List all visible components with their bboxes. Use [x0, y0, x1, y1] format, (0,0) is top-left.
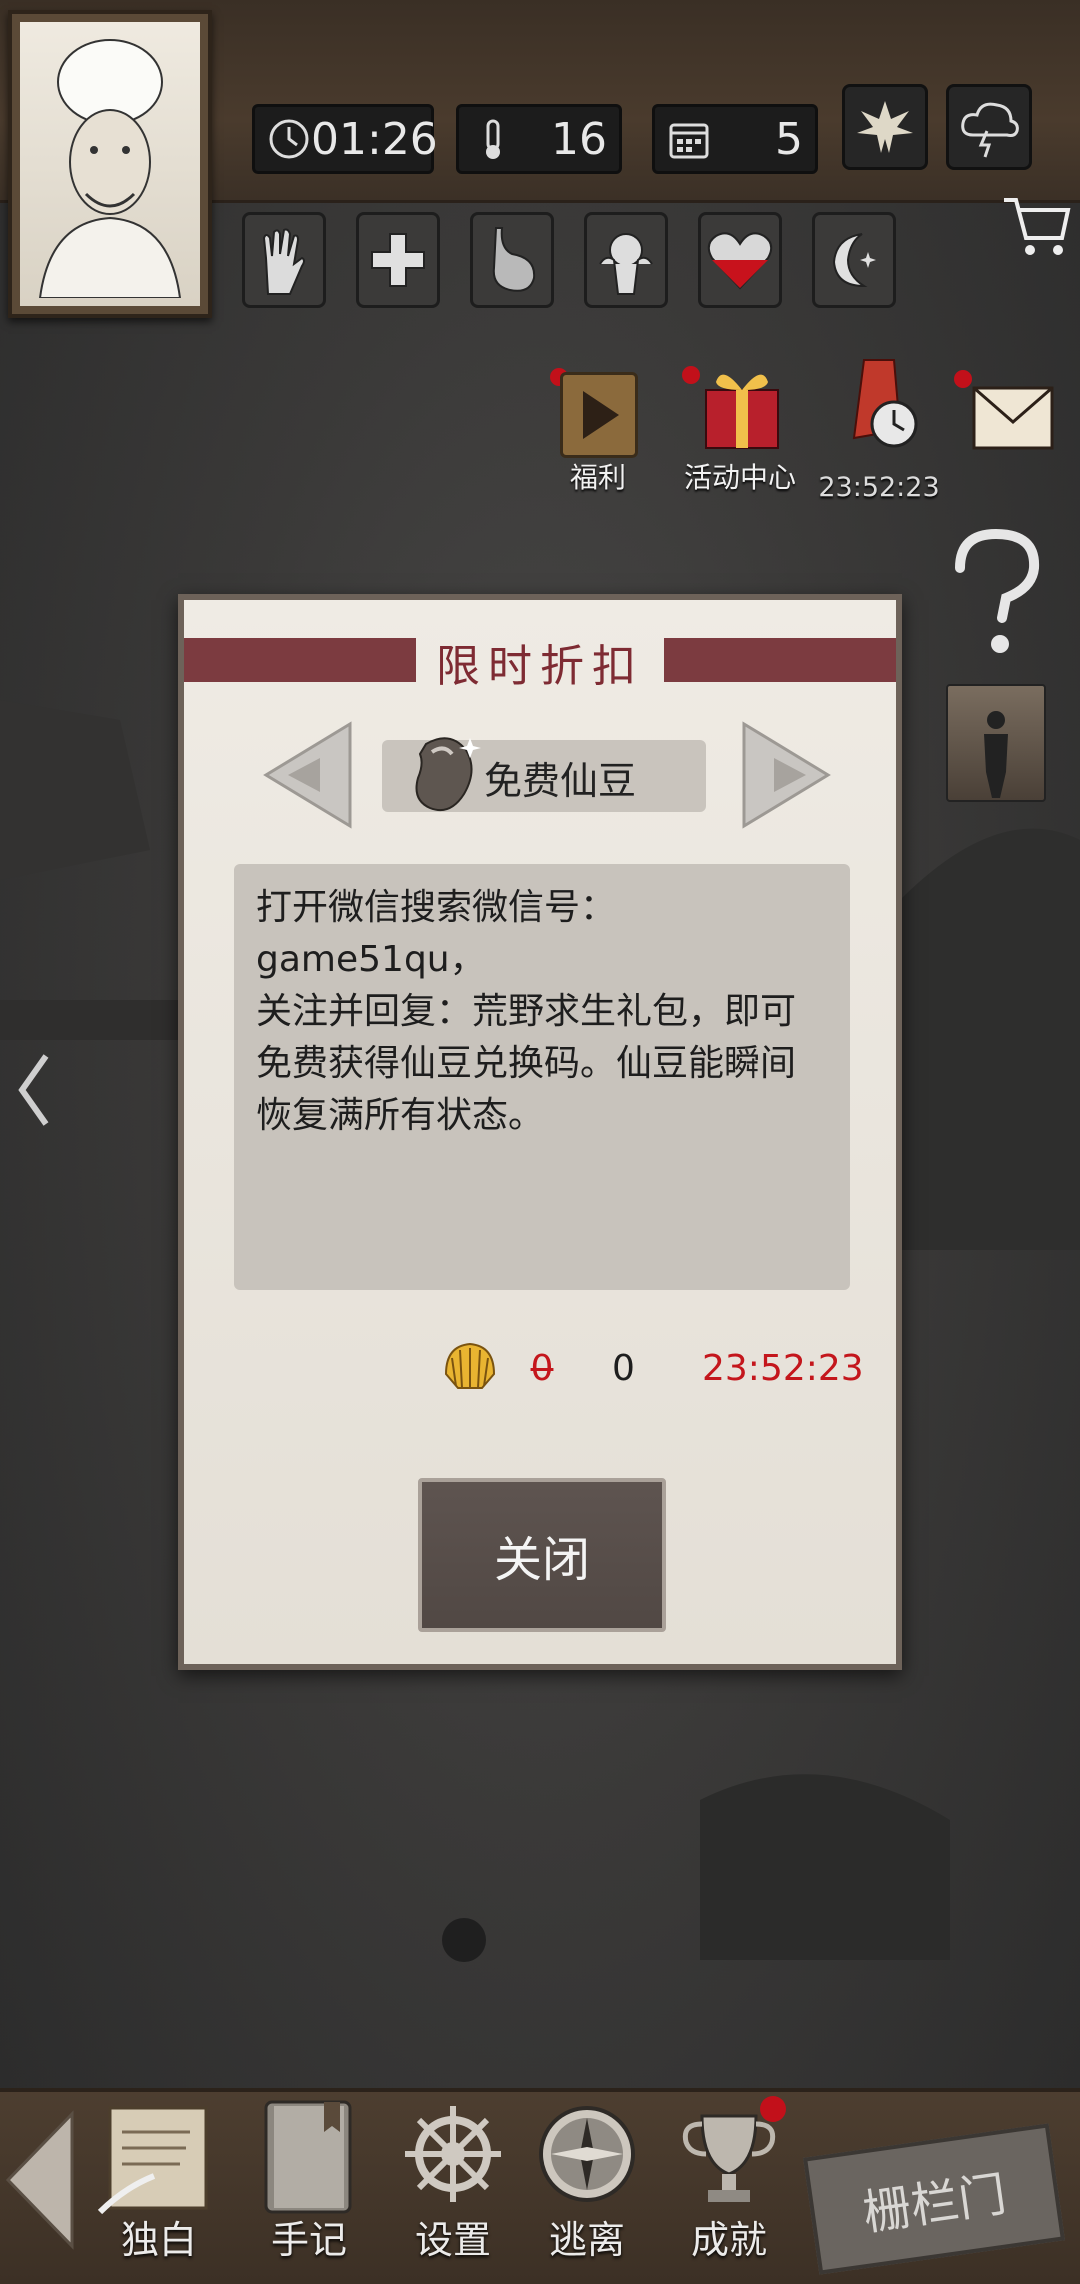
day-value: 5 — [775, 113, 803, 165]
temperature-value: 16 — [551, 113, 607, 165]
health-status[interactable] — [356, 212, 440, 308]
activity-center-label: 活动中心 — [683, 461, 796, 494]
scroll-quill-icon — [97, 2106, 208, 2215]
character-portrait[interactable] — [8, 10, 212, 318]
journal-book-icon — [264, 2100, 352, 2214]
compass-icon — [539, 2106, 635, 2202]
back-triangle-icon — [5, 2110, 74, 2250]
heart-icon — [707, 232, 773, 290]
clock-stat: 01:26 — [252, 104, 438, 174]
close-button[interactable]: 关闭 — [418, 1478, 666, 1632]
hand-icon — [262, 228, 305, 295]
clock-icon — [269, 119, 309, 159]
sleep-status[interactable] — [812, 212, 896, 308]
original-price: 0 — [530, 1348, 554, 1389]
nav-settings-label: 设置 — [414, 2218, 491, 2262]
health-cross-icon — [371, 233, 425, 287]
mood-status[interactable] — [698, 212, 782, 308]
price-tag-clock-icon — [852, 359, 918, 448]
envelope-icon — [972, 386, 1054, 450]
welfare-label: 福利 — [569, 461, 626, 494]
bean-icon — [415, 737, 481, 812]
nav-escape-label: 逃离 — [548, 2218, 625, 2262]
play-icon — [560, 372, 638, 458]
help-button[interactable] — [940, 528, 1050, 658]
day-stat: 5 — [652, 104, 818, 174]
shop-button[interactable] — [1000, 190, 1072, 260]
head-icon — [599, 233, 653, 295]
survivor-figure-icon — [984, 711, 1008, 798]
discount-timer: 23:52:23 — [702, 1348, 864, 1389]
question-mark-icon — [955, 528, 1040, 653]
welfare-button[interactable]: 福利 — [550, 368, 640, 494]
stamina-status[interactable] — [242, 212, 326, 308]
shell-currency-icon — [444, 1342, 496, 1389]
season-button[interactable] — [842, 84, 928, 170]
nav-achievements-label: 成就 — [690, 2218, 767, 2262]
back-arrow-button[interactable] — [0, 2100, 80, 2260]
calendar-icon — [669, 123, 709, 159]
prev-item-arrow[interactable] — [260, 720, 356, 830]
leaf-icon — [857, 101, 913, 153]
nav-settings[interactable]: 设置 — [388, 2092, 518, 2272]
gift-icon — [705, 374, 779, 449]
mail-button[interactable] — [954, 368, 1060, 464]
next-item-arrow[interactable] — [738, 720, 834, 830]
thermometer-icon — [486, 119, 500, 159]
shopping-cart-icon — [1004, 198, 1071, 255]
notification-dot — [760, 2096, 786, 2122]
mental-status[interactable] — [584, 212, 668, 308]
chevron-left-icon — [18, 1054, 49, 1126]
description-text: 打开微信搜索微信号：game51qu， 关注并回复：荒野求生礼包，即可 免费获得… — [256, 887, 797, 1136]
close-button-label: 关闭 — [493, 1532, 590, 1588]
nav-journal-label: 手记 — [270, 2218, 347, 2262]
scroll-left-arrow[interactable] — [14, 1050, 54, 1130]
nav-monologue-label: 独白 — [120, 2218, 197, 2262]
hunger-status[interactable] — [470, 212, 554, 308]
temperature-stat: 16 — [456, 104, 622, 174]
moon-icon — [832, 233, 876, 288]
limited-discount-dialog: 限时折扣 免费仙豆 打开微信搜索微信号：game51qu， 关注并回复：荒野求生… — [178, 594, 902, 1670]
discount-price: 0 — [612, 1348, 635, 1389]
survivor-avatar-button[interactable] — [946, 684, 1046, 802]
activity-center-button[interactable]: 活动中心 — [676, 360, 804, 494]
time-value: 01:26 — [311, 113, 438, 165]
limited-sale-button[interactable]: 23:52:23 — [818, 352, 940, 510]
ship-wheel-icon — [405, 2106, 501, 2202]
nav-monologue[interactable]: 独白 — [94, 2092, 224, 2272]
thunderstorm-icon — [961, 102, 1019, 158]
fence-gate-label: 栅栏门 — [859, 2166, 1010, 2242]
weather-button[interactable] — [946, 84, 1032, 170]
description-box: 打开微信搜索微信号：game51qu， 关注并回复：荒野求生礼包，即可 免费获得… — [234, 864, 850, 1290]
nav-escape[interactable]: 逃离 — [522, 2092, 652, 2272]
dialog-title: 限时折扣 — [436, 641, 644, 692]
nav-achievements[interactable]: 成就 — [664, 2092, 794, 2272]
item-name: 免费仙豆 — [484, 759, 637, 803]
sale-timer: 23:52:23 — [818, 472, 940, 503]
stomach-icon — [492, 227, 536, 292]
nav-journal[interactable]: 手记 — [244, 2092, 374, 2272]
